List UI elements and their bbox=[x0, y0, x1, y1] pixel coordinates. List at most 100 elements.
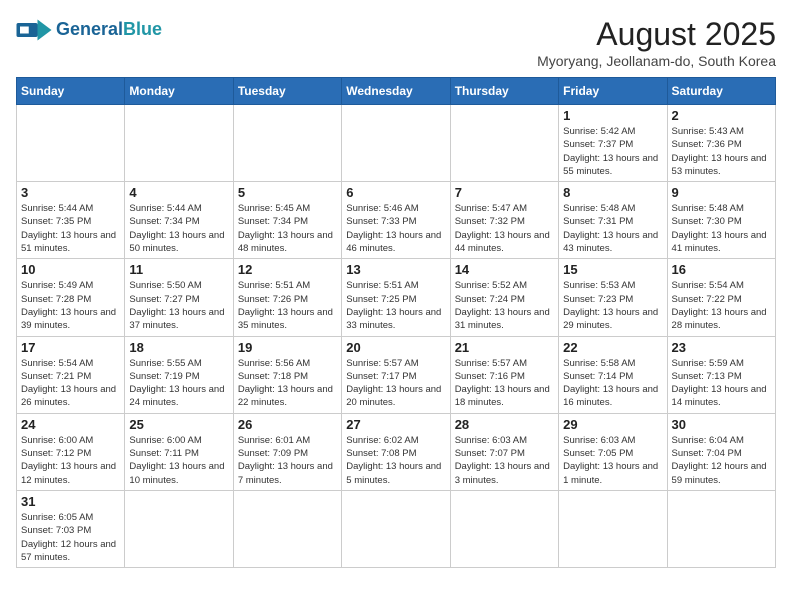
calendar-cell: 29 Sunrise: 6:03 AM Sunset: 7:05 PM Dayli… bbox=[559, 413, 667, 490]
calendar-cell: 6Sunrise: 5:46 AM Sunset: 7:33 PM Daylig… bbox=[342, 182, 450, 259]
day-info: Sunrise: 5:56 AM Sunset: 7:18 PM Dayligh… bbox=[238, 357, 337, 410]
day-info: Sunrise: 5:55 AM Sunset: 7:19 PM Dayligh… bbox=[129, 357, 228, 410]
day-info: Sunrise: 5:59 AM Sunset: 7:13 PM Dayligh… bbox=[672, 357, 771, 410]
calendar-cell: 8 Sunrise: 5:48 AM Sunset: 7:31 PM Daylig… bbox=[559, 182, 667, 259]
day-info: Sunrise: 5:52 AM Sunset: 7:24 PM Dayligh… bbox=[455, 279, 554, 332]
calendar-cell: 27Sunrise: 6:02 AM Sunset: 7:08 PM Dayli… bbox=[342, 413, 450, 490]
day-info: Sunrise: 5:49 AM Sunset: 7:28 PM Dayligh… bbox=[21, 279, 120, 332]
calendar-cell: 17Sunrise: 5:54 AM Sunset: 7:21 PM Dayli… bbox=[17, 336, 125, 413]
calendar-cell bbox=[667, 490, 775, 567]
location: Myoryang, Jeollanam-do, South Korea bbox=[537, 53, 776, 69]
day-info: Sunrise: 5:47 AM Sunset: 7:32 PM Dayligh… bbox=[455, 202, 554, 255]
weekday-tuesday: Tuesday bbox=[233, 78, 341, 105]
calendar-cell bbox=[559, 490, 667, 567]
day-number: 14 bbox=[455, 262, 554, 277]
day-number: 4 bbox=[129, 185, 228, 200]
day-info: Sunrise: 5:57 AM Sunset: 7:16 PM Dayligh… bbox=[455, 357, 554, 410]
day-info: Sunrise: 5:48 AM Sunset: 7:30 PM Dayligh… bbox=[672, 202, 771, 255]
title-block: August 2025 Myoryang, Jeollanam-do, Sout… bbox=[537, 16, 776, 69]
day-number: 11 bbox=[129, 262, 228, 277]
day-info: Sunrise: 5:51 AM Sunset: 7:26 PM Dayligh… bbox=[238, 279, 337, 332]
day-number: 23 bbox=[672, 340, 771, 355]
week-row-3: 10 Sunrise: 5:49 AM Sunset: 7:28 PM Dayli… bbox=[17, 259, 776, 336]
day-info: Sunrise: 6:00 AM Sunset: 7:12 PM Dayligh… bbox=[21, 434, 120, 487]
logo-icon bbox=[16, 16, 52, 44]
logo-text: GeneralBlue bbox=[56, 20, 162, 40]
day-info: Sunrise: 5:44 AM Sunset: 7:34 PM Dayligh… bbox=[129, 202, 228, 255]
day-info: Sunrise: 5:46 AM Sunset: 7:33 PM Dayligh… bbox=[346, 202, 445, 255]
calendar-cell: 9 Sunrise: 5:48 AM Sunset: 7:30 PM Daylig… bbox=[667, 182, 775, 259]
day-info: Sunrise: 6:03 AM Sunset: 7:07 PM Dayligh… bbox=[455, 434, 554, 487]
day-info: Sunrise: 5:54 AM Sunset: 7:21 PM Dayligh… bbox=[21, 357, 120, 410]
day-info: Sunrise: 6:03 AM Sunset: 7:05 PM Dayligh… bbox=[563, 434, 662, 487]
day-number: 3 bbox=[21, 185, 120, 200]
day-number: 8 bbox=[563, 185, 662, 200]
day-number: 18 bbox=[129, 340, 228, 355]
day-info: Sunrise: 6:04 AM Sunset: 7:04 PM Dayligh… bbox=[672, 434, 771, 487]
calendar-cell bbox=[342, 490, 450, 567]
day-info: Sunrise: 6:02 AM Sunset: 7:08 PM Dayligh… bbox=[346, 434, 445, 487]
week-row-1: 1Sunrise: 5:42 AM Sunset: 7:37 PM Daylig… bbox=[17, 105, 776, 182]
day-number: 30 bbox=[672, 417, 771, 432]
day-info: Sunrise: 5:58 AM Sunset: 7:14 PM Dayligh… bbox=[563, 357, 662, 410]
day-number: 25 bbox=[129, 417, 228, 432]
weekday-thursday: Thursday bbox=[450, 78, 558, 105]
weekday-wednesday: Wednesday bbox=[342, 78, 450, 105]
week-row-6: 31Sunrise: 6:05 AM Sunset: 7:03 PM Dayli… bbox=[17, 490, 776, 567]
day-info: Sunrise: 5:51 AM Sunset: 7:25 PM Dayligh… bbox=[346, 279, 445, 332]
day-number: 2 bbox=[672, 108, 771, 123]
calendar-cell bbox=[125, 105, 233, 182]
day-info: Sunrise: 5:54 AM Sunset: 7:22 PM Dayligh… bbox=[672, 279, 771, 332]
day-info: Sunrise: 6:05 AM Sunset: 7:03 PM Dayligh… bbox=[21, 511, 120, 564]
week-row-5: 24 Sunrise: 6:00 AM Sunset: 7:12 PM Dayli… bbox=[17, 413, 776, 490]
calendar-cell: 15Sunrise: 5:53 AM Sunset: 7:23 PM Dayli… bbox=[559, 259, 667, 336]
weekday-friday: Friday bbox=[559, 78, 667, 105]
calendar-cell: 14 Sunrise: 5:52 AM Sunset: 7:24 PM Dayli… bbox=[450, 259, 558, 336]
calendar-cell: 30 Sunrise: 6:04 AM Sunset: 7:04 PM Dayli… bbox=[667, 413, 775, 490]
calendar-cell bbox=[450, 105, 558, 182]
logo: GeneralBlue bbox=[16, 16, 162, 44]
day-number: 26 bbox=[238, 417, 337, 432]
calendar-cell bbox=[342, 105, 450, 182]
calendar-cell: 19Sunrise: 5:56 AM Sunset: 7:18 PM Dayli… bbox=[233, 336, 341, 413]
calendar-cell: 31Sunrise: 6:05 AM Sunset: 7:03 PM Dayli… bbox=[17, 490, 125, 567]
calendar-cell: 3Sunrise: 5:44 AM Sunset: 7:35 PM Daylig… bbox=[17, 182, 125, 259]
month-year: August 2025 bbox=[537, 16, 776, 53]
day-number: 24 bbox=[21, 417, 120, 432]
calendar-cell: 18 Sunrise: 5:55 AM Sunset: 7:19 PM Dayli… bbox=[125, 336, 233, 413]
calendar-cell bbox=[233, 105, 341, 182]
calendar-cell: 28Sunrise: 6:03 AM Sunset: 7:07 PM Dayli… bbox=[450, 413, 558, 490]
day-number: 20 bbox=[346, 340, 445, 355]
day-info: Sunrise: 5:45 AM Sunset: 7:34 PM Dayligh… bbox=[238, 202, 337, 255]
week-row-2: 3Sunrise: 5:44 AM Sunset: 7:35 PM Daylig… bbox=[17, 182, 776, 259]
day-info: Sunrise: 5:57 AM Sunset: 7:17 PM Dayligh… bbox=[346, 357, 445, 410]
calendar-cell bbox=[450, 490, 558, 567]
page-header: GeneralBlue August 2025 Myoryang, Jeolla… bbox=[16, 16, 776, 69]
calendar-cell: 5Sunrise: 5:45 AM Sunset: 7:34 PM Daylig… bbox=[233, 182, 341, 259]
calendar-cell: 20 Sunrise: 5:57 AM Sunset: 7:17 PM Dayli… bbox=[342, 336, 450, 413]
calendar-table: SundayMondayTuesdayWednesdayThursdayFrid… bbox=[16, 77, 776, 568]
calendar-cell: 26 Sunrise: 6:01 AM Sunset: 7:09 PM Dayli… bbox=[233, 413, 341, 490]
calendar-cell: 4 Sunrise: 5:44 AM Sunset: 7:34 PM Daylig… bbox=[125, 182, 233, 259]
calendar-cell: 1Sunrise: 5:42 AM Sunset: 7:37 PM Daylig… bbox=[559, 105, 667, 182]
calendar-cell bbox=[17, 105, 125, 182]
day-info: Sunrise: 6:00 AM Sunset: 7:11 PM Dayligh… bbox=[129, 434, 228, 487]
day-info: Sunrise: 5:48 AM Sunset: 7:31 PM Dayligh… bbox=[563, 202, 662, 255]
day-info: Sunrise: 5:50 AM Sunset: 7:27 PM Dayligh… bbox=[129, 279, 228, 332]
day-number: 22 bbox=[563, 340, 662, 355]
day-number: 29 bbox=[563, 417, 662, 432]
day-number: 9 bbox=[672, 185, 771, 200]
calendar-cell: 16 Sunrise: 5:54 AM Sunset: 7:22 PM Dayli… bbox=[667, 259, 775, 336]
weekday-header-row: SundayMondayTuesdayWednesdayThursdayFrid… bbox=[17, 78, 776, 105]
calendar-cell: 25 Sunrise: 6:00 AM Sunset: 7:11 PM Dayli… bbox=[125, 413, 233, 490]
day-number: 7 bbox=[455, 185, 554, 200]
day-number: 10 bbox=[21, 262, 120, 277]
day-number: 12 bbox=[238, 262, 337, 277]
day-number: 16 bbox=[672, 262, 771, 277]
calendar-cell: 13Sunrise: 5:51 AM Sunset: 7:25 PM Dayli… bbox=[342, 259, 450, 336]
day-number: 21 bbox=[455, 340, 554, 355]
day-info: Sunrise: 5:42 AM Sunset: 7:37 PM Dayligh… bbox=[563, 125, 662, 178]
calendar-header: SundayMondayTuesdayWednesdayThursdayFrid… bbox=[17, 78, 776, 105]
day-info: Sunrise: 6:01 AM Sunset: 7:09 PM Dayligh… bbox=[238, 434, 337, 487]
calendar-cell: 24 Sunrise: 6:00 AM Sunset: 7:12 PM Dayli… bbox=[17, 413, 125, 490]
